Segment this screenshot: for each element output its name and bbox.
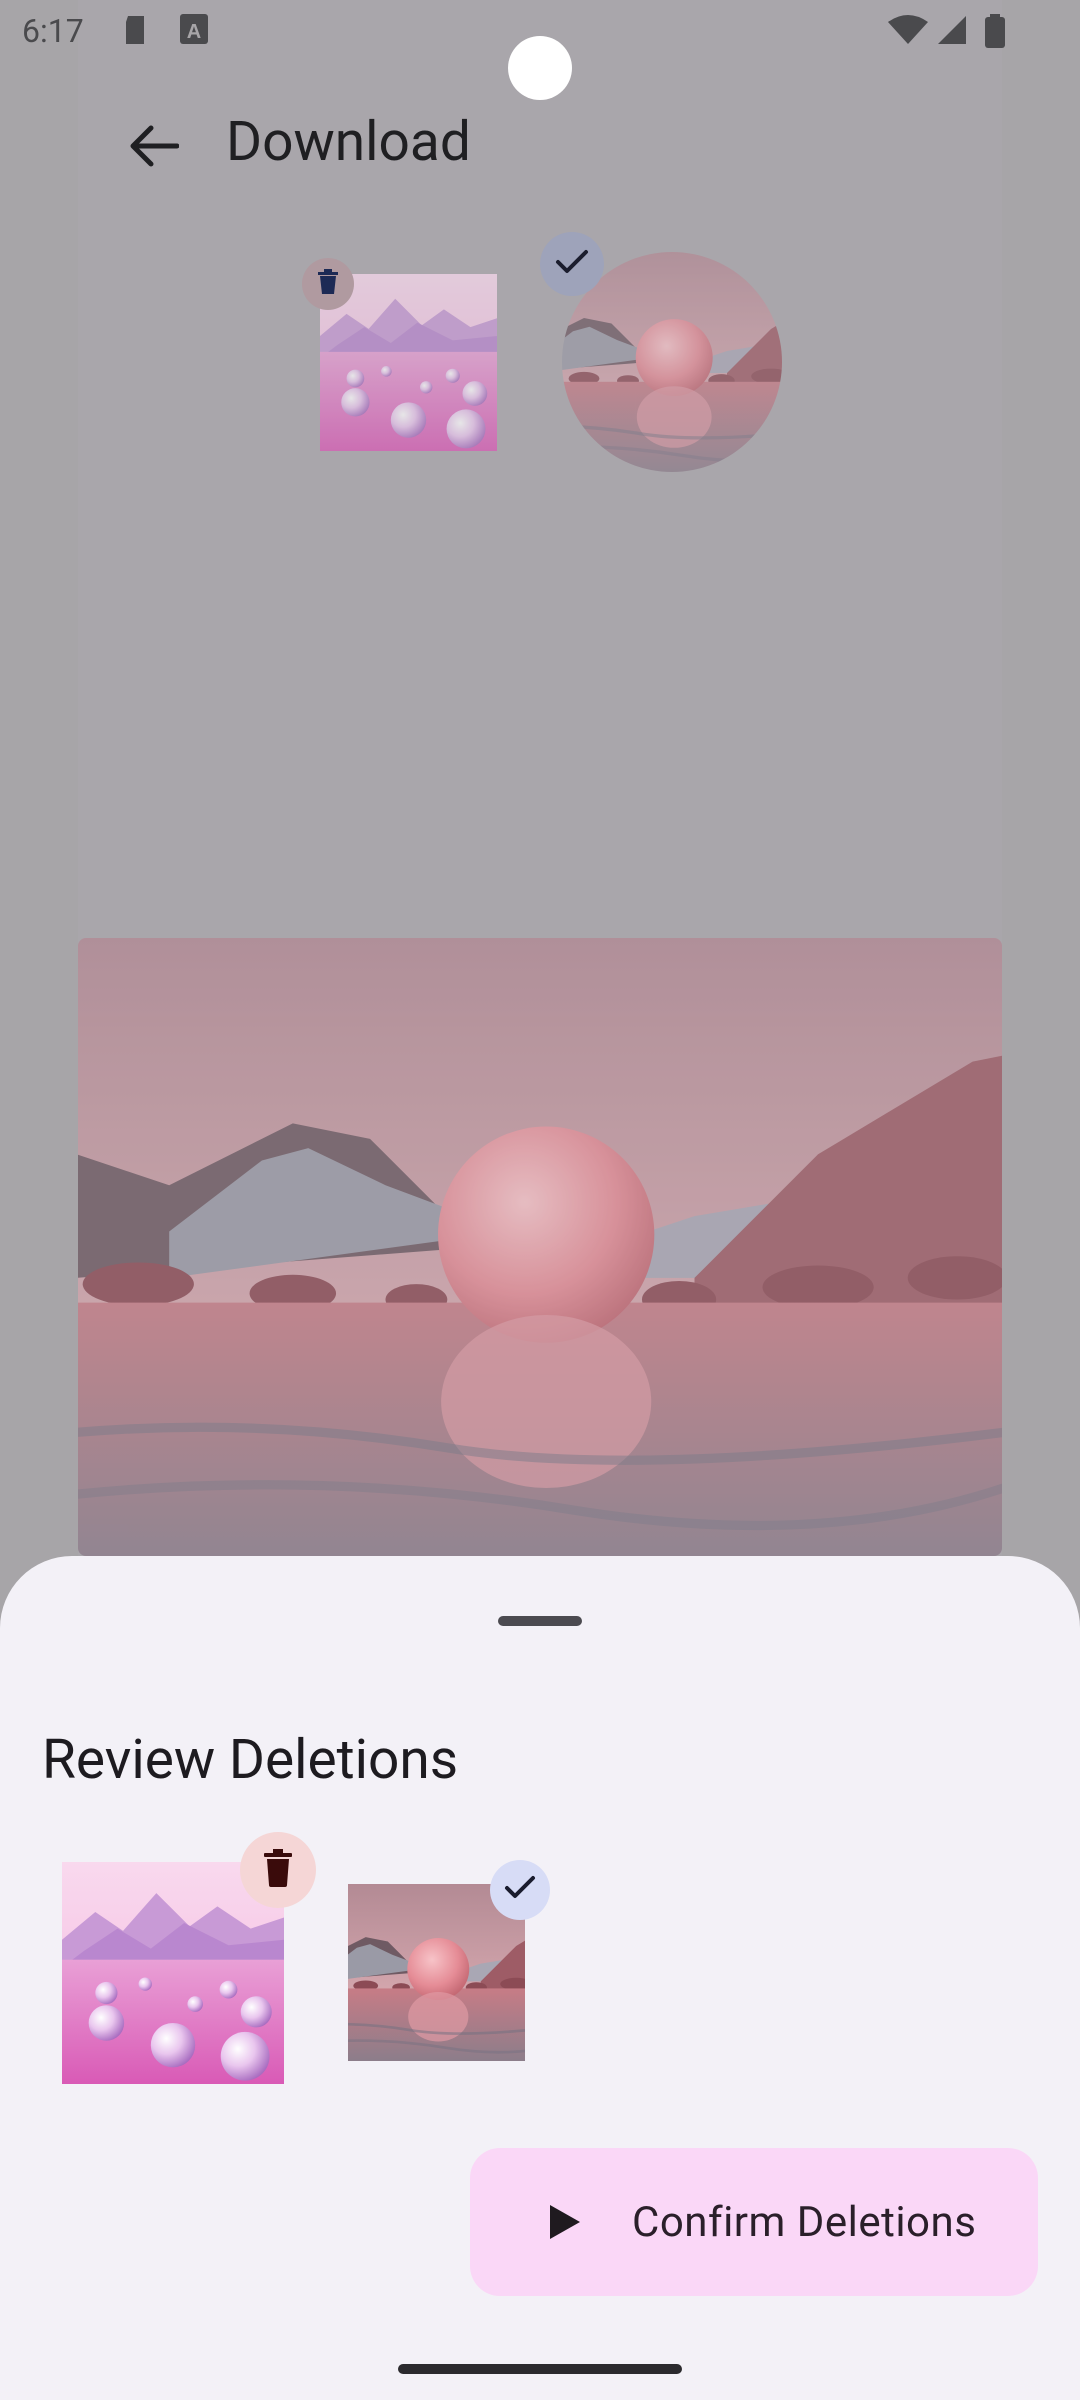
check-icon: [555, 249, 589, 279]
confirm-deletions-button[interactable]: Confirm Deletions: [470, 2148, 1038, 2296]
drag-handle[interactable]: [498, 1616, 582, 1626]
review-bottom-sheet: Review Deletions Confirm Deletions: [0, 1556, 1080, 2400]
sd-card-icon: [122, 14, 148, 50]
trash-badge[interactable]: [302, 258, 354, 310]
back-button[interactable]: [118, 112, 190, 184]
trash-icon: [316, 269, 340, 299]
check-icon: [504, 1875, 536, 1905]
play-icon: [548, 2202, 588, 2242]
preview-image[interactable]: [78, 938, 1002, 1556]
battery-icon: [984, 14, 1006, 52]
confirm-deletions-label: Confirm Deletions: [632, 2197, 977, 2247]
wifi-icon: [888, 14, 928, 50]
review-trash-badge[interactable]: [240, 1832, 316, 1908]
sheet-title: Review Deletions: [42, 1728, 459, 1792]
review-check-badge[interactable]: [490, 1860, 550, 1920]
arrow-left-icon: [129, 124, 180, 172]
text-a-icon: A: [180, 14, 208, 48]
trash-icon: [263, 1849, 293, 1891]
home-indicator[interactable]: [398, 2364, 682, 2374]
svg-text:A: A: [187, 21, 201, 43]
page-title: Download: [226, 110, 471, 174]
signal-icon: [936, 14, 968, 50]
camera-cutout: [508, 36, 572, 100]
status-time: 6:17: [22, 12, 84, 50]
check-badge[interactable]: [540, 232, 604, 296]
